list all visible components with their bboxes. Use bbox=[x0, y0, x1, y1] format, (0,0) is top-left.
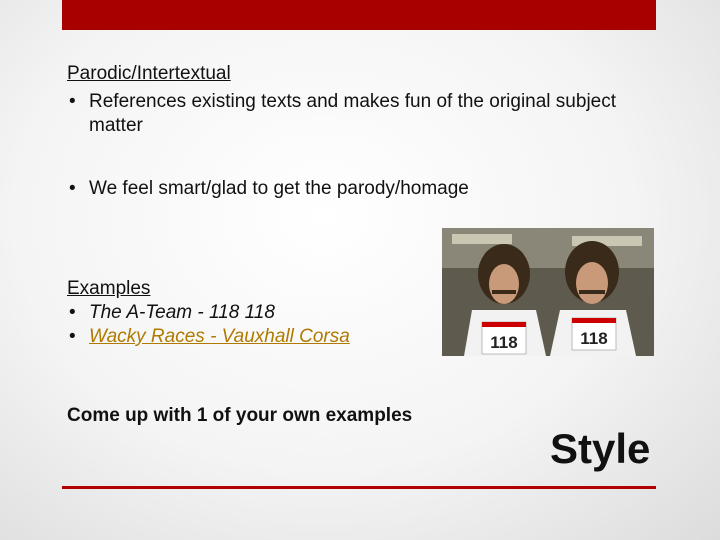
section-heading: Parodic/Intertextual bbox=[67, 63, 231, 84]
slide-title: Style bbox=[550, 425, 651, 472]
bullet-dot-icon: • bbox=[69, 302, 76, 323]
top-accent-bar bbox=[62, 0, 656, 30]
runners-illustration: 118 118 bbox=[442, 228, 654, 356]
runner-bib-left: 118 bbox=[490, 333, 517, 352]
runner-bib-right: 118 bbox=[580, 329, 607, 348]
bullet-dot-icon: • bbox=[69, 178, 76, 199]
bottom-accent-rule bbox=[62, 486, 656, 489]
examples-heading: Examples bbox=[67, 278, 151, 299]
examples-block: Examples • The A-Team - 118 118 • Wacky Ra… bbox=[67, 277, 427, 349]
example-link[interactable]: Wacky Races - Vauxhall Corsa bbox=[89, 326, 350, 347]
bullet-item: • References existing texts and makes fun… bbox=[69, 91, 617, 136]
runners-photo: 118 118 bbox=[442, 228, 654, 356]
main-text-block: Parodic/Intertextual • References existin… bbox=[67, 62, 627, 201]
bullet-list: • References existing texts and makes fun… bbox=[67, 90, 627, 201]
bullet-dot-icon: • bbox=[69, 91, 76, 112]
bullet-item: • We feel smart/glad to get the parody/ho… bbox=[69, 178, 469, 199]
example-item: • The A-Team - 118 118 bbox=[69, 302, 275, 323]
bullet-dot-icon: • bbox=[69, 326, 76, 347]
activity-prompt: Come up with 1 of your own examples bbox=[67, 405, 413, 426]
example-item[interactable]: • Wacky Races - Vauxhall Corsa bbox=[67, 325, 427, 349]
examples-list: • The A-Team - 118 118 • Wacky Races - Vau… bbox=[67, 301, 427, 349]
